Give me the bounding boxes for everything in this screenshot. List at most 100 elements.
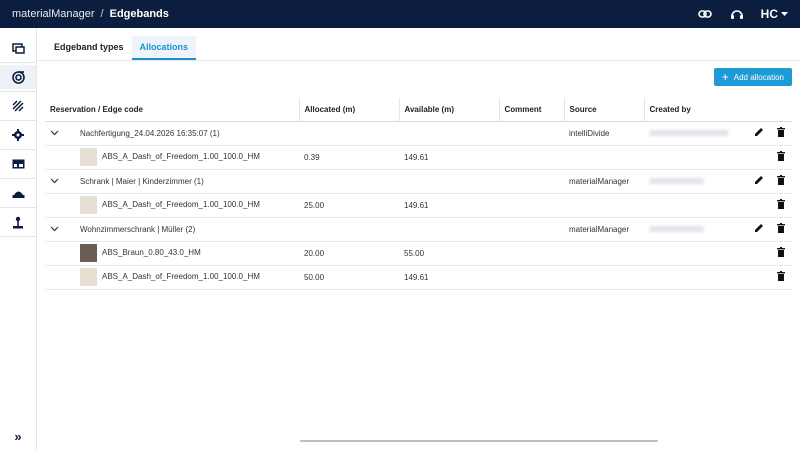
edge-code: ABS_A_Dash_of_Freedom_1.00_100.0_HM [102,272,260,282]
add-allocation-label: Add allocation [733,72,784,82]
created-by-cell [644,217,748,242]
table-row[interactable]: ABS_A_Dash_of_Freedom_1.00_100.0_HM 25.0… [45,193,792,218]
edit-button[interactable] [748,217,770,242]
group-label: Nachfertigung_24.04.2026 16:35:07 (1) [80,128,220,138]
source-cell: intelliDivide [564,121,644,146]
horizontal-scrollbar[interactable] [300,440,658,442]
allocated-cell: 50.00 [299,265,399,290]
support-icon[interactable] [729,6,745,22]
trash-icon [777,223,785,233]
pencil-icon [755,128,763,136]
edge-code: ABS_A_Dash_of_Freedom_1.00_100.0_HM [102,152,260,162]
plus-icon: + [721,70,729,84]
available-cell: 149.61 [399,265,499,290]
sidebar-item-surfaces[interactable] [0,94,36,118]
hatch-icon [12,100,24,112]
sidebar-item-settings[interactable] [0,123,36,147]
column-header-allocated[interactable]: Allocated (m) [299,98,400,122]
delete-button[interactable] [770,121,792,146]
edgeband-icon [11,70,25,84]
brand-logo: HC [760,7,778,21]
trash-icon [777,199,785,209]
add-allocation-button[interactable]: + Add allocation [713,68,792,86]
trash-icon [777,247,785,257]
breadcrumb-page: Edgebands [109,8,169,20]
pencil-icon [755,224,763,232]
sidebar: » [0,28,37,450]
edge-code: ABS_A_Dash_of_Freedom_1.00_100.0_HM [102,200,260,210]
gear-icon [12,129,24,141]
available-cell: 149.61 [399,193,499,218]
available-cell: 55.00 [399,241,499,266]
column-header-source[interactable]: Source [564,98,645,122]
allocated-cell: 25.00 [299,193,399,218]
table-row-group[interactable]: Schrank | Maier | Kinderzimmer (1) mater… [45,169,792,194]
edgeband-swatch [80,244,97,262]
sidebar-item-edgebands[interactable] [0,65,36,89]
edge-code: ABS_Braun_0.80_43.0_HM [102,248,201,258]
chevron-down-icon[interactable] [50,225,80,234]
joystick-icon [13,216,23,228]
redacted-user [649,226,704,233]
table-row-group[interactable]: Nachfertigung_24.04.2026 16:35:07 (1) in… [45,121,792,146]
edgeband-swatch [80,148,97,166]
delete-button[interactable] [770,265,792,290]
delete-button[interactable] [770,193,792,218]
table-row[interactable]: ABS_A_Dash_of_Freedom_1.00_100.0_HM 50.0… [45,265,792,290]
chevron-down-icon[interactable] [50,129,80,138]
panels-icon [11,42,25,54]
edit-button[interactable] [748,121,770,146]
column-header-available[interactable]: Available (m) [399,98,500,122]
breadcrumb-app[interactable]: materialManager [12,8,95,20]
table-header-row: Reservation / Edge code Allocated (m) Av… [45,98,792,122]
table-row[interactable]: ABS_A_Dash_of_Freedom_1.00_100.0_HM 0.39… [45,145,792,170]
sidebar-item-tables[interactable] [0,152,36,176]
created-by-cell [644,121,748,146]
delete-button[interactable] [770,145,792,170]
delete-button[interactable] [770,169,792,194]
main-content: Edgeband types Allocations + Add allocat… [38,28,800,450]
delete-button[interactable] [770,217,792,242]
top-bar: materialManager / Edgebands HC [0,0,800,28]
chevron-down-icon[interactable] [50,177,80,186]
allocated-cell: 20.00 [299,241,399,266]
link-icon[interactable] [697,6,713,22]
trash-icon [777,271,785,281]
delete-button[interactable] [770,241,792,266]
sidebar-item-machines[interactable] [0,181,36,205]
pencil-icon [755,176,763,184]
edit-button[interactable] [748,169,770,194]
sidebar-expand-button[interactable]: » [0,429,36,444]
machine-icon [12,191,24,198]
table-row[interactable]: ABS_Braun_0.80_43.0_HM 20.00 55.00 [45,241,792,266]
group-label: Schrank | Maier | Kinderzimmer (1) [80,176,204,186]
sidebar-item-controls[interactable] [0,210,36,234]
sidebar-item-panels[interactable] [0,36,36,60]
redacted-user [649,130,729,137]
source-cell: materialManager [564,169,644,194]
available-cell: 149.61 [399,145,499,170]
table-row-group[interactable]: Wohnzimmerschrank | Müller (2) materialM… [45,217,792,242]
column-header-comment[interactable]: Comment [499,98,565,122]
source-cell: materialManager [564,217,644,242]
trash-icon [777,175,785,185]
edgeband-swatch [80,268,97,286]
allocations-table: Reservation / Edge code Allocated (m) Av… [45,98,792,290]
column-header-reservation[interactable]: Reservation / Edge code [45,98,300,122]
redacted-user [649,178,704,185]
group-label: Wohnzimmerschrank | Müller (2) [80,224,196,234]
tab-bar: Edgeband types Allocations [46,36,197,60]
breadcrumb-separator: / [100,8,104,20]
trash-icon [777,151,785,161]
edgeband-swatch [80,196,97,214]
tab-divider [38,60,800,61]
created-by-cell [644,169,748,194]
tab-edgeband-types[interactable]: Edgeband types [46,36,132,60]
table-icon [12,159,24,169]
brand-menu[interactable]: HC [761,7,788,21]
column-header-created-by[interactable]: Created by [644,98,748,122]
tab-allocations[interactable]: Allocations [131,36,197,60]
chevron-down-icon [781,11,788,16]
trash-icon [777,127,785,137]
allocated-cell: 0.39 [299,145,399,170]
